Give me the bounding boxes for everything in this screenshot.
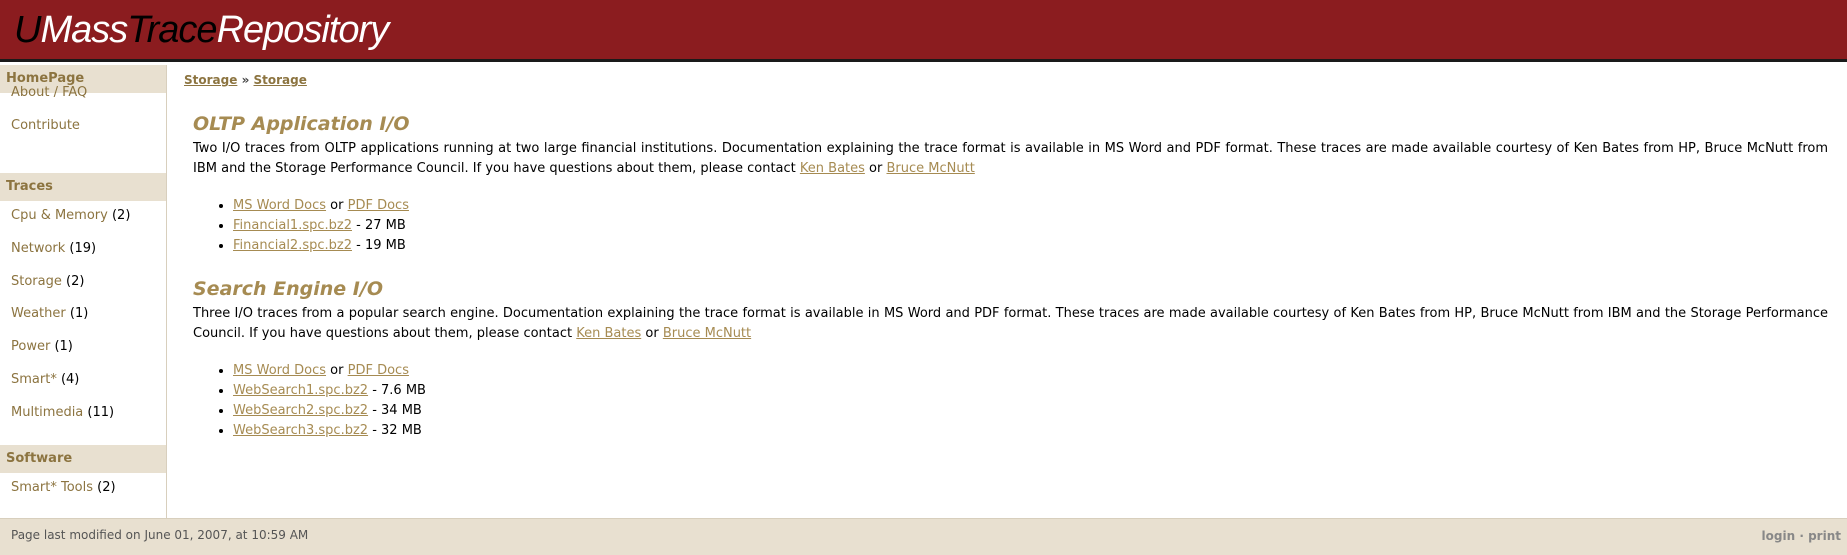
sidebar-heading-software[interactable]: Software (0, 445, 166, 473)
logo-part-trace: Trace (127, 9, 217, 51)
file-size: - 7.6 MB (372, 383, 426, 398)
file-link[interactable]: WebSearch1.spc.bz2 (233, 383, 368, 398)
section-description-oltp: Two I/O traces from OLTP applications ru… (193, 139, 1828, 179)
last-modified-text: Page last modified on June 01, 2007, at … (11, 528, 309, 542)
logo-part-repository: Repository (216, 9, 390, 51)
file-link[interactable]: Financial1.spc.bz2 (233, 218, 352, 233)
sidebar-item-label[interactable]: Weather (11, 306, 66, 321)
sidebar-item-count: (19) (69, 241, 97, 256)
sidebar-item-label[interactable]: Contribute (11, 118, 80, 133)
sidebar-item-count: (2) (97, 480, 116, 495)
sidebar-item-smart-tools[interactable]: Smart* Tools (2) (11, 479, 116, 497)
ms-word-docs-link[interactable]: MS Word Docs (233, 198, 326, 213)
login-link[interactable]: login (1762, 529, 1796, 543)
sidebar-item-count: (1) (54, 339, 73, 354)
section-description-search-engine: Three I/O traces from a popular search e… (193, 304, 1828, 344)
contact-or: or (869, 161, 883, 176)
file-size: - 19 MB (356, 238, 406, 253)
file-size: - 32 MB (372, 423, 422, 438)
sidebar-item-network[interactable]: Network (19) (11, 240, 96, 258)
footer-actions: login · print (1762, 529, 1841, 543)
contact-or: or (645, 326, 659, 341)
site-logo[interactable]: UMassTraceRepository (14, 6, 390, 54)
list-item: MS Word Docs or PDF Docs (233, 361, 426, 381)
list-item: WebSearch1.spc.bz2 - 7.6 MB (233, 381, 426, 401)
main-content: Storage » Storage OLTP Application I/O T… (168, 65, 1847, 518)
file-link[interactable]: Financial2.spc.bz2 (233, 238, 352, 253)
breadcrumb-link-storage-page[interactable]: Storage (254, 73, 307, 87)
sidebar-item-power[interactable]: Power (1) (11, 338, 73, 356)
breadcrumb: Storage » Storage (184, 70, 307, 90)
breadcrumb-link-storage-group[interactable]: Storage (184, 73, 237, 87)
print-link[interactable]: print (1808, 529, 1841, 543)
sidebar-item-label[interactable]: Storage (11, 274, 62, 289)
ms-word-docs-link[interactable]: MS Word Docs (233, 363, 326, 378)
list-item: Financial2.spc.bz2 - 19 MB (233, 236, 409, 256)
sidebar-item-count: (2) (66, 274, 85, 289)
logo-part-mass: Mass (40, 9, 128, 51)
file-link[interactable]: WebSearch2.spc.bz2 (233, 403, 368, 418)
description-text: Two I/O traces from OLTP applications ru… (193, 141, 1828, 176)
sidebar-item-cpu-memory[interactable]: Cpu & Memory (2) (11, 207, 130, 225)
contact-ken-bates-link[interactable]: Ken Bates (800, 161, 865, 176)
sidebar-item-weather[interactable]: Weather (1) (11, 305, 88, 323)
contact-bruce-mcnutt-link[interactable]: Bruce McNutt (663, 326, 751, 341)
file-link[interactable]: WebSearch3.spc.bz2 (233, 423, 368, 438)
file-size: - 34 MB (372, 403, 422, 418)
docs-or: or (330, 363, 344, 378)
sidebar-item-count: (4) (60, 372, 80, 387)
list-item: MS Word Docs or PDF Docs (233, 196, 409, 216)
file-size: - 27 MB (356, 218, 406, 233)
site-header: UMassTraceRepository (0, 0, 1847, 62)
list-item: WebSearch3.spc.bz2 - 32 MB (233, 421, 426, 441)
sidebar-item-label[interactable]: Cpu & Memory (11, 208, 108, 223)
sidebar-heading-label: Software (6, 451, 73, 466)
description-text: Three I/O traces from a popular search e… (193, 306, 1828, 341)
sidebar-heading-label: Traces (6, 179, 53, 194)
breadcrumb-separator: » (241, 73, 250, 87)
pdf-docs-link[interactable]: PDF Docs (348, 363, 409, 378)
file-list-oltp: MS Word Docs or PDF Docs Financial1.spc.… (233, 196, 409, 256)
sidebar-item-count: (1) (69, 306, 89, 321)
docs-or: or (330, 198, 344, 213)
footer-separator: · (1799, 529, 1804, 543)
sidebar-item-smart[interactable]: Smart* (4) (11, 371, 79, 389)
pdf-docs-link[interactable]: PDF Docs (348, 198, 409, 213)
contact-ken-bates-link[interactable]: Ken Bates (576, 326, 641, 341)
sidebar-item-count: (2) (111, 208, 131, 223)
section-title-search-engine: Search Engine I/O (193, 278, 383, 300)
sidebar-item-storage[interactable]: Storage (2) (11, 273, 84, 291)
contact-bruce-mcnutt-link[interactable]: Bruce McNutt (887, 161, 975, 176)
sidebar-item-label[interactable]: Power (11, 339, 50, 354)
sidebar-item-count: (11) (87, 405, 115, 420)
sidebar: HomePage About / FAQ Contribute Traces C… (0, 65, 167, 518)
sidebar-item-label[interactable]: Smart* (11, 372, 57, 387)
page-footer: Page last modified on June 01, 2007, at … (0, 518, 1847, 555)
list-item: Financial1.spc.bz2 - 27 MB (233, 216, 409, 236)
section-title-oltp: OLTP Application I/O (193, 113, 410, 135)
sidebar-item-label[interactable]: Multimedia (11, 405, 83, 420)
sidebar-item-label[interactable]: Smart* Tools (11, 480, 93, 495)
sidebar-item-multimedia[interactable]: Multimedia (11) (11, 404, 114, 422)
list-item: WebSearch2.spc.bz2 - 34 MB (233, 401, 426, 421)
logo-part-u: U (14, 9, 41, 51)
file-list-search-engine: MS Word Docs or PDF Docs WebSearch1.spc.… (233, 361, 426, 441)
sidebar-item-about-faq[interactable]: About / FAQ (11, 84, 87, 102)
sidebar-item-contribute[interactable]: Contribute (11, 117, 80, 135)
sidebar-item-label[interactable]: Network (11, 241, 65, 256)
sidebar-item-label[interactable]: About / FAQ (11, 85, 87, 100)
sidebar-heading-traces[interactable]: Traces (0, 173, 166, 201)
